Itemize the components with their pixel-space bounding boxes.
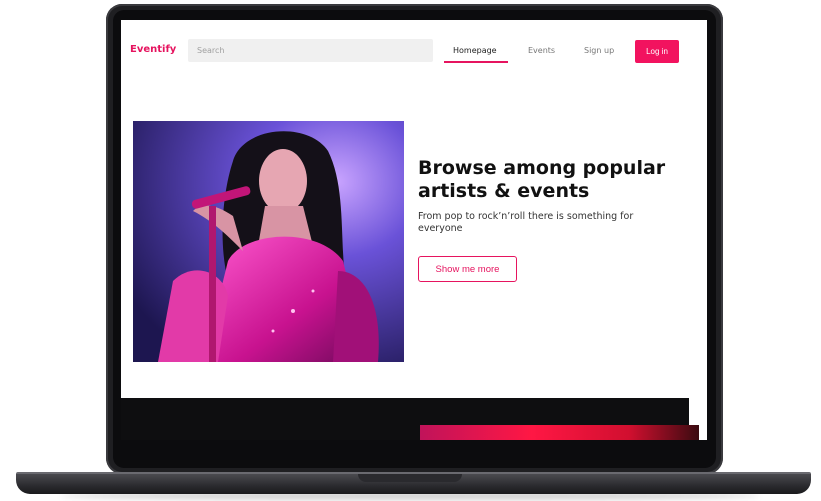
nav-signup[interactable]: Sign up (584, 46, 614, 55)
bezel-bottom (121, 440, 707, 448)
hero-title: Browse among popular artists & events (418, 157, 666, 202)
login-button[interactable]: Log in (635, 40, 679, 63)
website-screen: Eventify Homepage Events Sign up Log in (121, 20, 707, 440)
nav-active-underline (444, 61, 508, 63)
show-more-button[interactable]: Show me more (418, 256, 517, 282)
hero-subtitle: From pop to rock’n’roll there is somethi… (418, 211, 634, 234)
laptop-notch (358, 474, 462, 482)
nav-events[interactable]: Events (528, 46, 555, 55)
search-input[interactable] (188, 39, 433, 62)
singer-illustration (133, 121, 404, 362)
hero-image (133, 121, 404, 362)
laptop-mockup: Eventify Homepage Events Sign up Log in (0, 0, 821, 501)
nav-homepage[interactable]: Homepage (453, 46, 497, 55)
featured-banner-image (420, 425, 699, 440)
brand-logo[interactable]: Eventify (130, 44, 176, 55)
